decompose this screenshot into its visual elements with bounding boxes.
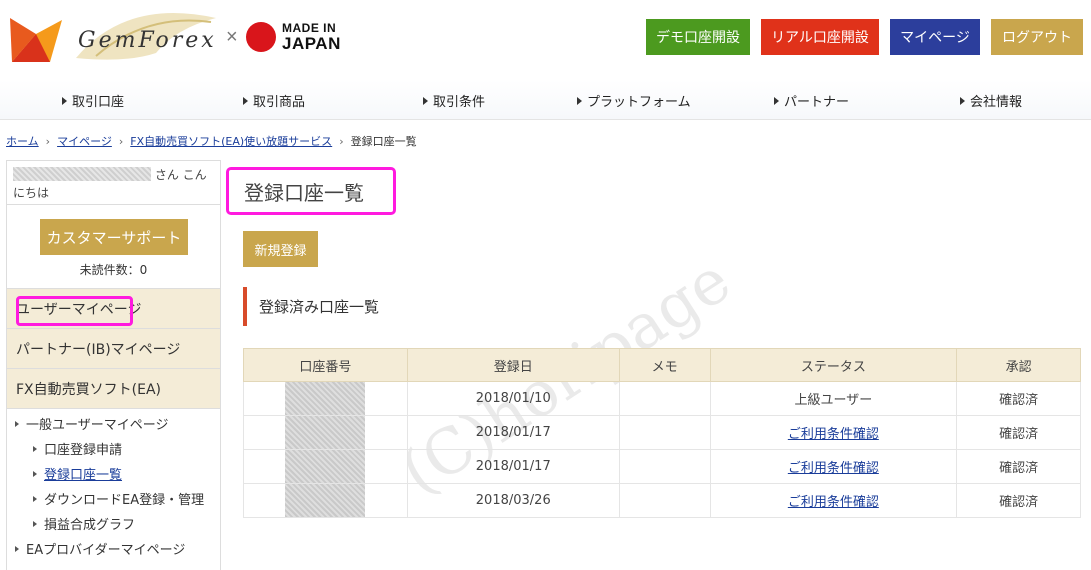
nav-item-partner[interactable]: パートナー xyxy=(774,91,849,110)
logout-button[interactable]: ログアウト xyxy=(991,19,1083,55)
sidebar-item-partner-mypage[interactable]: パートナー(IB)マイページ xyxy=(7,329,220,369)
column-header: 登録日 xyxy=(406,348,620,382)
accounts-table: 口座番号 登録日 メモ ステータス 承認 2018/01/10 上級ユーザー 確… xyxy=(243,348,1081,518)
triangle-right-icon xyxy=(33,445,37,452)
sidebar-sub-general-user[interactable]: 一般ユーザーマイページ xyxy=(7,411,220,436)
triangle-right-icon xyxy=(15,545,19,552)
column-header: 口座番号 xyxy=(243,348,408,382)
nav-item-conditions[interactable]: 取引条件 xyxy=(423,91,485,110)
real-account-button[interactable]: リアル口座開設 xyxy=(761,19,879,55)
nav-item-products[interactable]: 取引商品 xyxy=(243,91,305,110)
user-greeting: さん こんにちは xyxy=(7,161,220,205)
redacted-account-number xyxy=(285,484,366,517)
chevron-right-icon: › xyxy=(45,134,51,148)
sidebar-sub-account-list[interactable]: 登録口座一覧 xyxy=(7,461,220,486)
account-number-cell xyxy=(243,415,408,450)
status-cell: ご利用条件確認 xyxy=(709,415,958,450)
mypage-button[interactable]: マイページ xyxy=(890,19,980,55)
chevron-right-icon: › xyxy=(339,134,344,148)
made-in-japan-label: MADE IN JAPAN xyxy=(282,21,341,53)
breadcrumb-home[interactable]: ホーム xyxy=(6,133,39,149)
nav-item-platform[interactable]: プラットフォーム xyxy=(577,91,691,110)
memo-cell xyxy=(618,483,711,518)
sidebar-item-ea[interactable]: FX自動売買ソフト(EA) xyxy=(7,369,220,409)
column-header: ステータス xyxy=(709,348,958,382)
table-header-row: 口座番号 登録日 メモ ステータス 承認 xyxy=(243,348,1081,382)
approval-cell: 確認済 xyxy=(956,483,1081,518)
terms-confirm-link[interactable]: ご利用条件確認 xyxy=(788,495,879,510)
memo-cell xyxy=(618,449,711,484)
table-row: 2018/01/17 ご利用条件確認 確認済 xyxy=(243,415,1081,450)
triangle-right-icon xyxy=(62,96,67,105)
section-heading: 登録済み口座一覧 xyxy=(243,287,379,326)
triangle-right-icon xyxy=(423,96,428,105)
approval-cell: 確認済 xyxy=(956,415,1081,450)
chevron-right-icon: › xyxy=(118,134,124,148)
breadcrumb-current: 登録口座一覧 xyxy=(350,135,417,148)
date-cell: 2018/03/26 xyxy=(406,483,620,518)
support-box: カスタマーサポート 未読件数：0 xyxy=(7,205,220,289)
triangle-right-icon xyxy=(960,96,965,105)
memo-cell xyxy=(618,381,711,416)
triangle-right-icon xyxy=(243,96,248,105)
page-title: 登録口座一覧 xyxy=(226,167,396,215)
unread-count: 未読件数：0 xyxy=(79,263,148,277)
demo-account-button[interactable]: デモ口座開設 xyxy=(646,19,750,55)
triangle-right-icon xyxy=(15,420,19,427)
status-cell: ご利用条件確認 xyxy=(709,449,958,484)
redacted-account-number xyxy=(285,382,366,415)
account-number-cell xyxy=(243,483,408,518)
customer-support-button[interactable]: カスタマーサポート xyxy=(40,219,188,255)
column-header: メモ xyxy=(618,348,711,382)
main-nav: 取引口座 取引商品 取引条件 プラットフォーム パートナー 会社情報 xyxy=(0,80,1091,120)
g-mark-icon xyxy=(10,18,62,62)
sidebar-sub-account-apply[interactable]: 口座登録申請 xyxy=(7,436,220,461)
table-row: 2018/01/10 上級ユーザー 確認済 xyxy=(243,381,1081,416)
date-cell: 2018/01/17 xyxy=(406,449,620,484)
date-cell: 2018/01/17 xyxy=(406,415,620,450)
account-list-link[interactable]: 登録口座一覧 xyxy=(44,464,122,483)
breadcrumb-ea[interactable]: FX自動売買ソフト(EA)使い放題サービス xyxy=(130,133,332,149)
nav-item-accounts[interactable]: 取引口座 xyxy=(62,91,124,110)
account-number-cell xyxy=(243,381,408,416)
redacted-account-number xyxy=(285,450,366,483)
date-cell: 2018/01/10 xyxy=(406,381,620,416)
column-header: 承認 xyxy=(956,348,1081,382)
sidebar-sub-ea-provider[interactable]: EAプロバイダーマイページ xyxy=(7,536,220,561)
japan-flag-icon xyxy=(246,22,276,52)
triangle-right-icon xyxy=(33,495,37,502)
breadcrumb: ホーム › マイページ › FX自動売買ソフト(EA)使い放題サービス › 登録… xyxy=(6,133,417,149)
status-cell: 上級ユーザー xyxy=(709,381,958,416)
times-sign: × xyxy=(226,26,238,48)
logo-text: GemForex xyxy=(78,28,217,53)
triangle-right-icon xyxy=(577,96,582,105)
terms-confirm-link[interactable]: ご利用条件確認 xyxy=(788,427,879,442)
new-registration-button[interactable]: 新規登録 xyxy=(243,231,318,267)
site-header: GemForex × MADE IN JAPAN デモ口座開設 リアル口座開設 … xyxy=(0,0,1091,78)
sidebar: さん こんにちは カスタマーサポート 未読件数：0 ユーザーマイページ パートナ… xyxy=(6,160,221,570)
memo-cell xyxy=(618,415,711,450)
triangle-right-icon xyxy=(33,520,37,527)
terms-confirm-link[interactable]: ご利用条件確認 xyxy=(788,461,879,476)
gemforex-logo[interactable]: GemForex xyxy=(6,6,226,72)
sidebar-sub-download-ea[interactable]: ダウンロードEA登録・管理 xyxy=(7,486,220,511)
breadcrumb-mypage[interactable]: マイページ xyxy=(57,133,112,149)
triangle-right-icon xyxy=(774,96,779,105)
account-number-cell xyxy=(243,449,408,484)
highlight-box-sidebar xyxy=(16,296,133,326)
table-row: 2018/01/17 ご利用条件確認 確認済 xyxy=(243,449,1081,484)
approval-cell: 確認済 xyxy=(956,381,1081,416)
approval-cell: 確認済 xyxy=(956,449,1081,484)
redacted-account-number xyxy=(285,416,366,449)
sidebar-sub-pl-graph[interactable]: 損益合成グラフ xyxy=(7,511,220,536)
table-row: 2018/03/26 ご利用条件確認 確認済 xyxy=(243,483,1081,518)
redacted-username xyxy=(13,167,151,181)
nav-item-company[interactable]: 会社情報 xyxy=(960,91,1022,110)
status-cell: ご利用条件確認 xyxy=(709,483,958,518)
triangle-right-icon xyxy=(33,470,37,477)
